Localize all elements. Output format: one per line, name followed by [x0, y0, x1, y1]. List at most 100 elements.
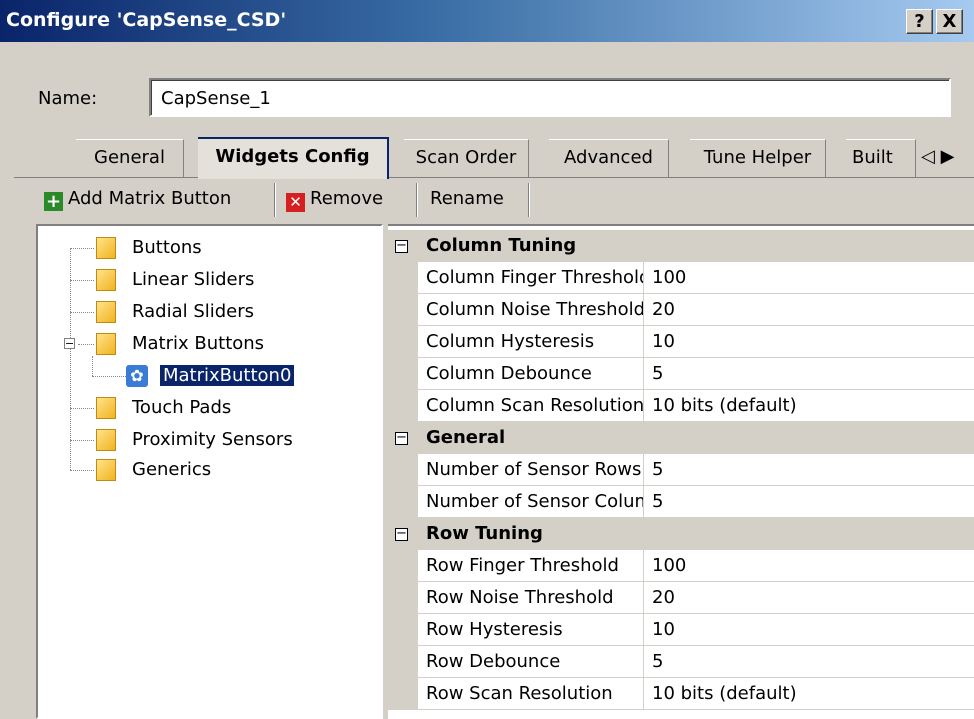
collapse-icon[interactable]: −	[64, 338, 75, 349]
tab-scan-order[interactable]: Scan Order	[386, 139, 529, 177]
window-title: Configure 'CapSense_CSD'	[6, 9, 287, 31]
name-input[interactable]: CapSense_1	[149, 78, 951, 117]
close-button[interactable]: X	[936, 9, 963, 34]
folder-icon	[96, 269, 116, 291]
property-row[interactable]: Number of Sensor Columns 5	[388, 486, 974, 518]
property-row[interactable]: Row Noise Threshold 20	[388, 582, 974, 614]
collapse-icon[interactable]: −	[395, 239, 408, 253]
tree-item-radial-sliders[interactable]: Radial Sliders	[96, 298, 254, 326]
name-label: Name:	[38, 88, 98, 109]
folder-icon	[96, 429, 116, 451]
remove-button-label: Remove	[310, 188, 384, 209]
property-name: Row Hysteresis	[418, 614, 644, 645]
property-value[interactable]: 20	[652, 294, 675, 325]
property-name: Row Noise Threshold	[418, 582, 644, 613]
property-row[interactable]: Row Debounce 5	[388, 646, 974, 678]
tab-tune-helper[interactable]: Tune Helper	[672, 139, 826, 177]
property-row[interactable]: Row Hysteresis 10	[388, 614, 974, 646]
tab-widgets-config-label: Widgets Config	[215, 146, 370, 167]
tree-item-touch-pads[interactable]: Touch Pads	[96, 394, 231, 422]
property-value[interactable]: 5	[652, 486, 663, 517]
tree-item-label: Generics	[132, 459, 212, 480]
add-matrix-button[interactable]: + Add Matrix Button	[44, 180, 231, 218]
property-row[interactable]: Column Scan Resolution 10 bits (default)	[388, 390, 974, 422]
tree-item-label: Matrix Buttons	[132, 333, 265, 354]
property-row[interactable]: Column Debounce 5	[388, 358, 974, 390]
tab-scroll-left-icon[interactable]: ◁	[921, 146, 935, 167]
property-name: Number of Sensor Rows	[418, 454, 644, 485]
property-name: Column Debounce	[418, 358, 644, 389]
property-name: Row Debounce	[418, 646, 644, 677]
category-title: General	[426, 427, 506, 448]
property-value[interactable]: 10	[652, 326, 675, 357]
tab-tune-helper-label: Tune Helper	[703, 147, 812, 168]
folder-icon	[96, 459, 116, 481]
property-name: Row Scan Resolution	[418, 678, 644, 709]
property-value[interactable]: 5	[652, 646, 663, 677]
category-title: Row Tuning	[426, 523, 543, 544]
tree-item-label: Radial Sliders	[132, 301, 255, 322]
tab-widgets-config[interactable]: Widgets Config	[198, 137, 389, 179]
property-value[interactable]: 10 bits (default)	[652, 678, 797, 709]
rename-button[interactable]: Rename	[430, 180, 504, 218]
property-row[interactable]: Row Scan Resolution 10 bits (default)	[388, 678, 974, 710]
property-row[interactable]: Row Finger Threshold 100	[388, 550, 974, 582]
tree-item-matrixbutton0[interactable]: ✿ MatrixButton0	[126, 362, 296, 390]
toolbar-separator	[274, 183, 276, 217]
property-row[interactable]: Column Hysteresis 10	[388, 326, 974, 358]
tree-item-label: Buttons	[132, 237, 202, 258]
remove-icon: ✕	[286, 193, 305, 212]
tab-general[interactable]: General	[58, 139, 184, 177]
property-name: Column Hysteresis	[418, 326, 644, 357]
tab-built-label: Built	[852, 147, 893, 168]
tab-scroll-right-icon[interactable]: ▶	[941, 146, 955, 167]
tree-item-buttons[interactable]: Buttons	[96, 234, 202, 262]
tree-item-label: Proximity Sensors	[132, 429, 293, 450]
title-bar: Configure 'CapSense_CSD' ? X	[0, 0, 974, 42]
property-value[interactable]: 5	[652, 358, 663, 389]
category-title: Column Tuning	[426, 235, 577, 256]
folder-icon	[96, 301, 116, 323]
tab-advanced-label: Advanced	[564, 147, 653, 168]
help-button[interactable]: ?	[906, 9, 933, 34]
property-value[interactable]: 20	[652, 582, 675, 613]
property-row[interactable]: Column Noise Threshold 20	[388, 294, 974, 326]
collapse-icon[interactable]: −	[395, 431, 408, 445]
property-value[interactable]: 10 bits (default)	[652, 390, 797, 421]
tree-item-label: MatrixButton0	[158, 364, 296, 387]
tree-item-generics[interactable]: Generics	[96, 456, 211, 484]
tab-general-label: General	[94, 147, 165, 168]
category-column-tuning[interactable]: − Column Tuning	[388, 230, 974, 262]
tree-item-label: Linear Sliders	[132, 269, 255, 290]
property-name: Row Finger Threshold	[418, 550, 644, 581]
category-general[interactable]: − General	[388, 422, 974, 454]
add-matrix-button-label: Add Matrix Button	[68, 188, 232, 209]
remove-button[interactable]: ✕ Remove	[286, 180, 383, 218]
tab-divider	[14, 177, 974, 178]
property-name: Column Scan Resolution	[418, 390, 644, 421]
widget-tree: Buttons Linear Sliders Radial Sliders − …	[36, 224, 383, 719]
folder-icon	[96, 237, 116, 259]
tab-built[interactable]: Built	[846, 139, 916, 177]
tree-item-proximity-sensors[interactable]: Proximity Sensors	[96, 426, 293, 454]
tree-item-matrix-buttons[interactable]: Matrix Buttons	[96, 330, 264, 358]
tab-scroll: ◁ ▶	[921, 146, 954, 167]
toolbar-separator	[528, 183, 530, 217]
property-name: Column Finger Threshold	[418, 262, 644, 293]
property-name: Column Noise Threshold	[418, 294, 644, 325]
collapse-icon[interactable]: −	[395, 527, 408, 541]
property-row[interactable]: Column Finger Threshold 100	[388, 262, 974, 294]
property-name: Number of Sensor Columns	[418, 486, 644, 517]
property-value[interactable]: 100	[652, 262, 686, 293]
tab-advanced[interactable]: Advanced	[531, 139, 669, 177]
tree-item-linear-sliders[interactable]: Linear Sliders	[96, 266, 254, 294]
category-row-tuning[interactable]: − Row Tuning	[388, 518, 974, 550]
property-value[interactable]: 10	[652, 614, 675, 645]
property-value[interactable]: 100	[652, 550, 686, 581]
property-row[interactable]: Number of Sensor Rows 5	[388, 454, 974, 486]
property-grid: − Column Tuning Column Finger Threshold 1…	[388, 224, 974, 719]
tree-item-label: Touch Pads	[132, 397, 232, 418]
folder-icon	[96, 333, 116, 355]
property-value[interactable]: 5	[652, 454, 663, 485]
tab-scan-order-label: Scan Order	[415, 147, 517, 168]
